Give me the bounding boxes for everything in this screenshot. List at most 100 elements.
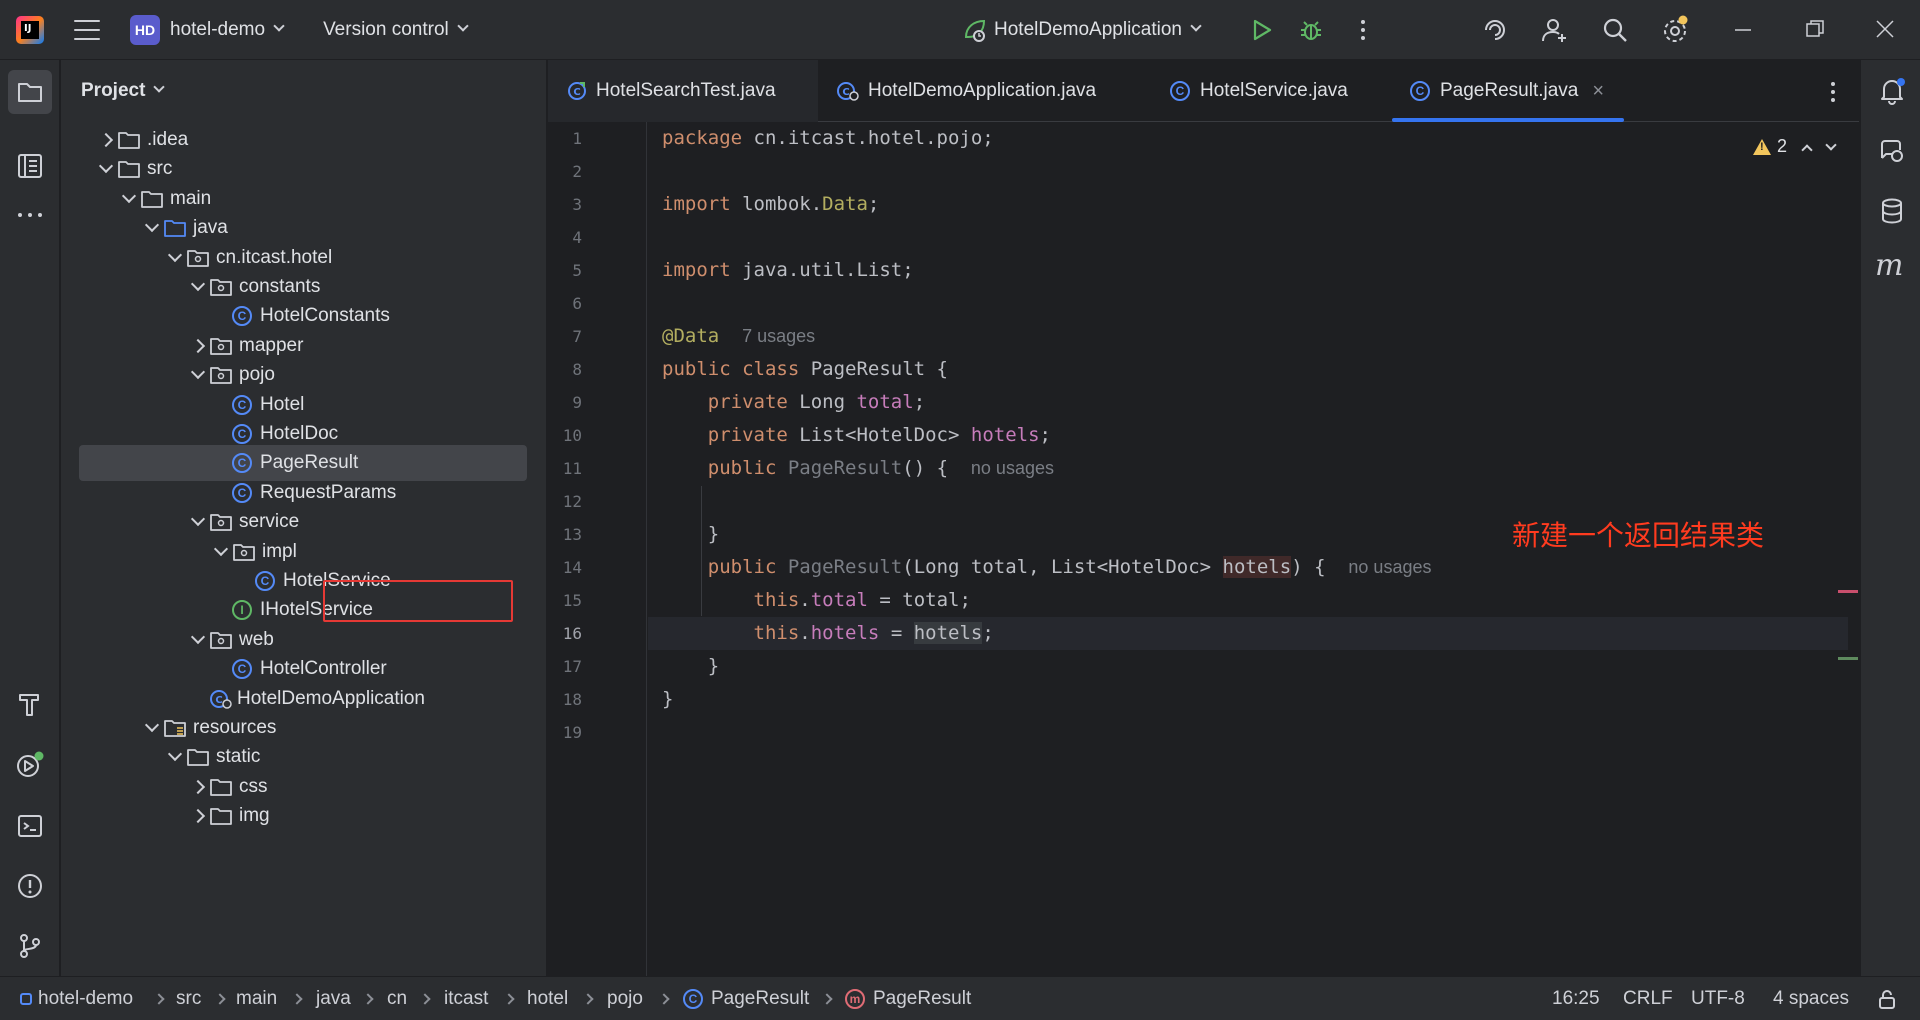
chevron-down-icon[interactable] xyxy=(190,629,206,644)
chevron-right-icon[interactable] xyxy=(190,779,206,794)
line-number[interactable]: 7 xyxy=(548,320,582,353)
project-panel-title[interactable]: Project xyxy=(81,80,145,102)
project-panel-header[interactable]: Project xyxy=(61,60,546,122)
breadcrumb-pojo[interactable]: pojo xyxy=(607,977,643,1020)
chevron-down-icon[interactable] xyxy=(167,747,183,762)
version-control-menu[interactable]: Version control xyxy=(323,19,449,41)
tab-hotelsearchtest[interactable]: C HotelSearchTest.java xyxy=(548,60,818,122)
line-number[interactable]: 6 xyxy=(548,287,582,320)
line-number[interactable]: 19 xyxy=(548,716,582,749)
database-icon[interactable] xyxy=(1877,196,1907,226)
notifications-bell-icon[interactable] xyxy=(1877,76,1907,106)
usages-hint[interactable]: no usages xyxy=(1348,557,1431,577)
breadcrumb-hotel[interactable]: hotel xyxy=(527,977,568,1020)
more-tool-windows-icon[interactable] xyxy=(0,210,60,220)
line-number[interactable]: 17 xyxy=(548,650,582,683)
usages-hint[interactable]: no usages xyxy=(971,458,1054,478)
maven-icon[interactable]: m xyxy=(1875,248,1903,283)
minimize-window-icon[interactable] xyxy=(1734,28,1752,32)
file-encoding[interactable]: UTF-8 xyxy=(1691,977,1745,1020)
git-branch-icon[interactable] xyxy=(0,932,60,960)
line-number[interactable]: 18 xyxy=(548,683,582,716)
line-number[interactable]: 10 xyxy=(548,419,582,452)
chevron-down-icon[interactable] xyxy=(98,159,114,174)
run-icon[interactable] xyxy=(1250,18,1274,42)
line-number[interactable]: 3 xyxy=(548,188,582,221)
ai-chat-icon[interactable] xyxy=(1877,136,1907,166)
project-name[interactable]: hotel-demo xyxy=(170,19,265,41)
line-number[interactable]: 13 xyxy=(548,518,582,551)
debug-icon[interactable] xyxy=(1298,17,1324,43)
search-icon[interactable] xyxy=(1600,15,1630,45)
chevron-down-icon[interactable] xyxy=(167,247,183,262)
more-actions-icon[interactable] xyxy=(1361,20,1365,44)
run-configuration-selector[interactable]: HotelDemoApplication xyxy=(994,19,1182,41)
chevron-down-icon[interactable] xyxy=(457,19,469,32)
structure-icon[interactable] xyxy=(0,152,60,180)
line-number[interactable]: 12 xyxy=(548,485,582,518)
breadcrumb-main[interactable]: main xyxy=(236,977,277,1020)
error-stripe-marker[interactable] xyxy=(1838,590,1858,593)
chevron-right-icon[interactable] xyxy=(98,132,114,148)
indent-setting[interactable]: 4 spaces xyxy=(1773,977,1849,1020)
breadcrumb-java[interactable]: java xyxy=(316,977,351,1020)
chevron-up-icon[interactable] xyxy=(1801,143,1813,156)
tab-pageresult[interactable]: C PageResult.java × xyxy=(1392,60,1624,122)
chevron-down-icon[interactable] xyxy=(190,365,206,380)
problems-icon[interactable] xyxy=(0,872,60,900)
tree-item[interactable]: img xyxy=(61,798,531,834)
lock-icon[interactable] xyxy=(1876,988,1898,1010)
line-number[interactable]: 5 xyxy=(548,254,582,287)
code-line-8: public class PageResult { xyxy=(662,358,948,380)
chevron-down-icon[interactable] xyxy=(190,512,206,527)
add-user-icon[interactable] xyxy=(1540,15,1570,45)
main-menu-icon[interactable] xyxy=(74,19,100,40)
build-hammer-icon[interactable] xyxy=(0,690,60,718)
settings-gear-icon[interactable] xyxy=(1660,15,1690,45)
project-folder-icon[interactable] xyxy=(0,78,60,106)
inspection-widget[interactable]: 2 xyxy=(1753,136,1837,157)
tab-hoteldemoapplication[interactable]: C HotelDemoApplication.java xyxy=(836,60,1096,122)
chevron-down-icon[interactable] xyxy=(1190,20,1202,32)
chevron-down-icon[interactable] xyxy=(1825,138,1837,151)
restore-window-icon[interactable] xyxy=(1806,20,1824,38)
chevron-down-icon[interactable] xyxy=(153,81,166,93)
line-number[interactable]: 8 xyxy=(548,353,582,386)
line-separator[interactable]: CRLF xyxy=(1623,977,1673,1020)
tab-hotelservice[interactable]: C HotelService.java xyxy=(1170,60,1348,122)
services-icon[interactable] xyxy=(0,750,60,780)
usages-hint[interactable]: 7 usages xyxy=(742,326,815,346)
chevron-down-icon[interactable] xyxy=(273,19,285,32)
line-number[interactable]: 4 xyxy=(548,221,582,254)
line-number[interactable]: 15 xyxy=(548,584,582,617)
close-window-icon[interactable] xyxy=(1876,20,1894,38)
chevron-down-icon[interactable] xyxy=(121,188,137,203)
project-badge[interactable]: HD xyxy=(130,14,160,45)
breadcrumb-project[interactable]: hotel-demo xyxy=(20,977,133,1020)
line-number[interactable]: 14 xyxy=(548,551,582,584)
change-stripe-marker[interactable] xyxy=(1838,657,1858,660)
intellij-logo-icon[interactable]: IJ xyxy=(16,15,44,44)
chevron-right-icon xyxy=(658,993,670,1005)
chevron-down-icon[interactable] xyxy=(190,276,206,292)
chevron-right-icon[interactable] xyxy=(190,338,206,353)
chevron-down-icon[interactable] xyxy=(144,717,160,733)
terminal-icon[interactable] xyxy=(0,812,60,840)
chevron-down-icon[interactable] xyxy=(144,218,160,233)
line-number[interactable]: 11 xyxy=(548,452,582,485)
line-number[interactable]: 16 xyxy=(548,617,582,650)
breadcrumb-class[interactable]: C PageResult xyxy=(683,977,809,1020)
caret-position[interactable]: 16:25 xyxy=(1552,977,1600,1020)
line-number[interactable]: 1 xyxy=(548,122,582,155)
breadcrumb-src[interactable]: src xyxy=(176,977,201,1020)
breadcrumb-cn[interactable]: cn xyxy=(387,977,407,1020)
line-number[interactable]: 2 xyxy=(548,155,582,188)
breadcrumb-itcast[interactable]: itcast xyxy=(444,977,488,1020)
chevron-down-icon[interactable] xyxy=(213,541,229,556)
ai-assistant-icon[interactable] xyxy=(1480,15,1510,45)
tabs-more-icon[interactable] xyxy=(1831,82,1835,106)
breadcrumb-method[interactable]: m PageResult xyxy=(845,977,971,1020)
close-tab-icon[interactable]: × xyxy=(1592,80,1604,103)
line-number[interactable]: 9 xyxy=(548,386,582,419)
chevron-right-icon[interactable] xyxy=(190,809,206,824)
